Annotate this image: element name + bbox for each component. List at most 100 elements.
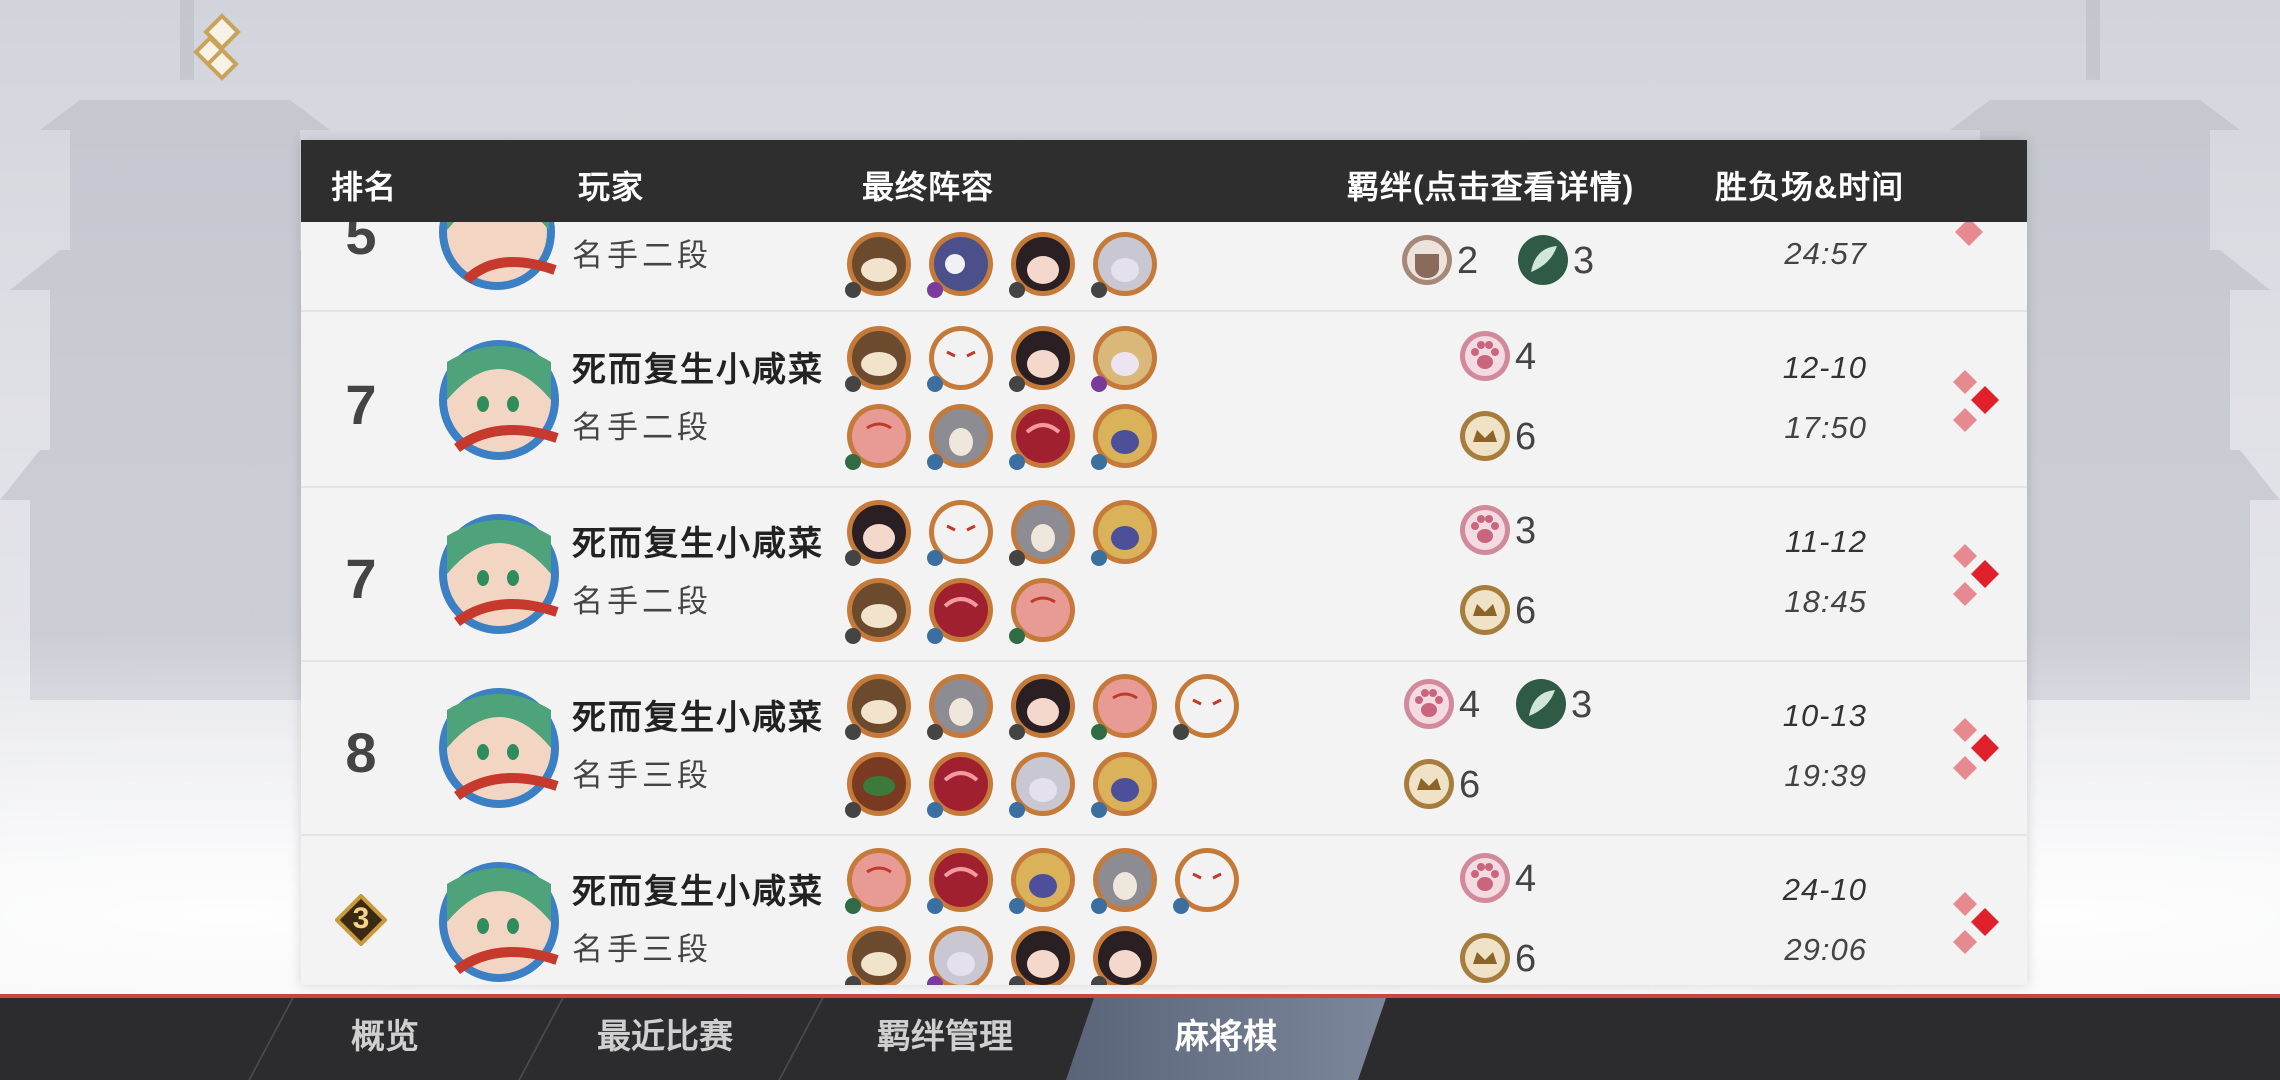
- crown-icon: [1460, 411, 1510, 461]
- bond-item[interactable]: 2: [1401, 234, 1478, 290]
- win-loss-record: 10-13: [1782, 698, 1867, 733]
- bond-item[interactable]: 6: [1459, 584, 1536, 640]
- table-row[interactable]: 7 死而复生小咸菜 名手二段 4 6 12-10 17:50: [301, 312, 2027, 488]
- bond-item[interactable]: 4: [1459, 852, 1536, 908]
- tab-overview[interactable]: 概览: [290, 998, 480, 1080]
- leaf-icon: [1518, 235, 1568, 285]
- crown-icon: [1460, 585, 1510, 635]
- bond-item[interactable]: 6: [1459, 932, 1536, 985]
- tab-bond-management[interactable]: 羁绊管理: [840, 998, 1050, 1080]
- hero-icon[interactable]: [845, 230, 913, 298]
- hero-icon[interactable]: [1091, 924, 1159, 985]
- rank-number: 7: [345, 373, 377, 436]
- tab-divider: [778, 998, 824, 1080]
- hero-icon[interactable]: [845, 576, 913, 644]
- bond-item[interactable]: 4: [1403, 678, 1480, 734]
- bond-item[interactable]: 4: [1459, 330, 1536, 386]
- hero-icon[interactable]: [1009, 402, 1077, 470]
- leaf-icon: [1516, 679, 1566, 729]
- game-duration: 24:57: [1784, 236, 1867, 271]
- hero-icon[interactable]: [845, 846, 913, 914]
- hero-icon[interactable]: [845, 672, 913, 740]
- hero-icon[interactable]: [927, 924, 995, 985]
- diamond-logo-icon: [193, 13, 241, 81]
- player-avatar: [439, 862, 559, 982]
- hero-icon[interactable]: [927, 402, 995, 470]
- player-avatar: [439, 340, 559, 460]
- paw-icon: [1460, 331, 1510, 381]
- table-row[interactable]: 8 死而复生小咸菜 名手三段 4 3 6 10-13 19:39: [301, 660, 2027, 836]
- table-header: 排名 玩家 最终阵容 羁绊(点击查看详情) 胜负场&时间: [301, 140, 2027, 222]
- header-bonds: 羁绊(点击查看详情): [1347, 169, 1635, 205]
- hero-icon[interactable]: [1091, 402, 1159, 470]
- hero-icon[interactable]: [1009, 672, 1077, 740]
- header-record: 胜负场&时间: [1715, 169, 1905, 205]
- tab-recent-matches[interactable]: 最近比赛: [560, 998, 770, 1080]
- tab-divider: [248, 998, 294, 1080]
- hero-icon[interactable]: [1009, 924, 1077, 985]
- hero-icon[interactable]: [845, 402, 913, 470]
- game-duration: 19:39: [1784, 758, 1867, 793]
- win-loss-record: 24-10: [1782, 872, 1867, 907]
- crown-icon: [1460, 933, 1510, 983]
- hero-icon[interactable]: [1091, 324, 1159, 392]
- bond-item[interactable]: 3: [1517, 234, 1594, 290]
- player-avatar: [439, 514, 559, 634]
- player-name: 死而复生小咸菜: [572, 350, 824, 390]
- hero-icon[interactable]: [845, 324, 913, 392]
- hero-icon[interactable]: [1009, 576, 1077, 644]
- bond-item[interactable]: 3: [1515, 678, 1592, 734]
- bond-item[interactable]: 6: [1403, 758, 1480, 814]
- hero-icon[interactable]: [1091, 230, 1159, 298]
- hero-icon[interactable]: [845, 498, 913, 566]
- hero-icon[interactable]: [927, 230, 995, 298]
- paw-icon: [1460, 853, 1510, 903]
- hero-icon[interactable]: [927, 498, 995, 566]
- hero-icon[interactable]: [1091, 498, 1159, 566]
- hero-icon[interactable]: [1009, 750, 1077, 818]
- hero-icon[interactable]: [1091, 846, 1159, 914]
- bond-item[interactable]: 6: [1459, 410, 1536, 466]
- lineup: [845, 672, 1245, 822]
- hero-icon[interactable]: [927, 846, 995, 914]
- player-title: 名手二段: [572, 584, 712, 620]
- hero-icon[interactable]: [1173, 672, 1241, 740]
- tab-divider: [518, 998, 564, 1080]
- hero-icon[interactable]: [1091, 672, 1159, 740]
- result-diamond-icon: [1953, 718, 1999, 780]
- paw-icon: [1460, 505, 1510, 555]
- hero-icon[interactable]: [845, 750, 913, 818]
- hero-icon[interactable]: [927, 672, 995, 740]
- lineup: [845, 230, 1165, 300]
- player-title: 名手三段: [572, 758, 712, 794]
- game-duration: 18:45: [1784, 584, 1867, 619]
- hero-icon[interactable]: [1173, 846, 1241, 914]
- result-diamond-icon: [1953, 544, 1999, 606]
- table-row[interactable]: 7 死而复生小咸菜 名手二段 3 6 11-12 18:45: [301, 486, 2027, 662]
- hero-icon[interactable]: [927, 576, 995, 644]
- rank-number: 8: [345, 721, 377, 784]
- rank-number: 3: [352, 902, 370, 935]
- hero-icon[interactable]: [927, 324, 995, 392]
- header-rank: 排名: [331, 169, 398, 205]
- bond-item[interactable]: 3: [1459, 504, 1536, 560]
- player-name: 死而复生小咸菜: [572, 524, 824, 564]
- hero-icon[interactable]: [1009, 846, 1077, 914]
- result-diamond-icon: [1953, 370, 1999, 432]
- hero-icon[interactable]: [1009, 324, 1077, 392]
- hero-icon[interactable]: [1009, 498, 1077, 566]
- hero-icon[interactable]: [1009, 230, 1077, 298]
- player-title: 名手二段: [572, 410, 712, 446]
- hero-icon[interactable]: [927, 750, 995, 818]
- game-duration: 17:50: [1784, 410, 1867, 445]
- rank-number: 7: [345, 547, 377, 610]
- tab-mahjong-chess[interactable]: 麻将棋: [1066, 998, 1386, 1080]
- player-title: 名手二段: [572, 238, 712, 274]
- player-avatar: [439, 688, 559, 808]
- hero-icon[interactable]: [1091, 750, 1159, 818]
- paw-icon: [1404, 679, 1454, 729]
- table-row[interactable]: 3 死而复生小咸菜 名手三段 4 6 24-10 29:06: [301, 834, 2027, 985]
- crown-icon: [1404, 759, 1454, 809]
- hero-icon[interactable]: [845, 924, 913, 985]
- lineup: [845, 846, 1245, 985]
